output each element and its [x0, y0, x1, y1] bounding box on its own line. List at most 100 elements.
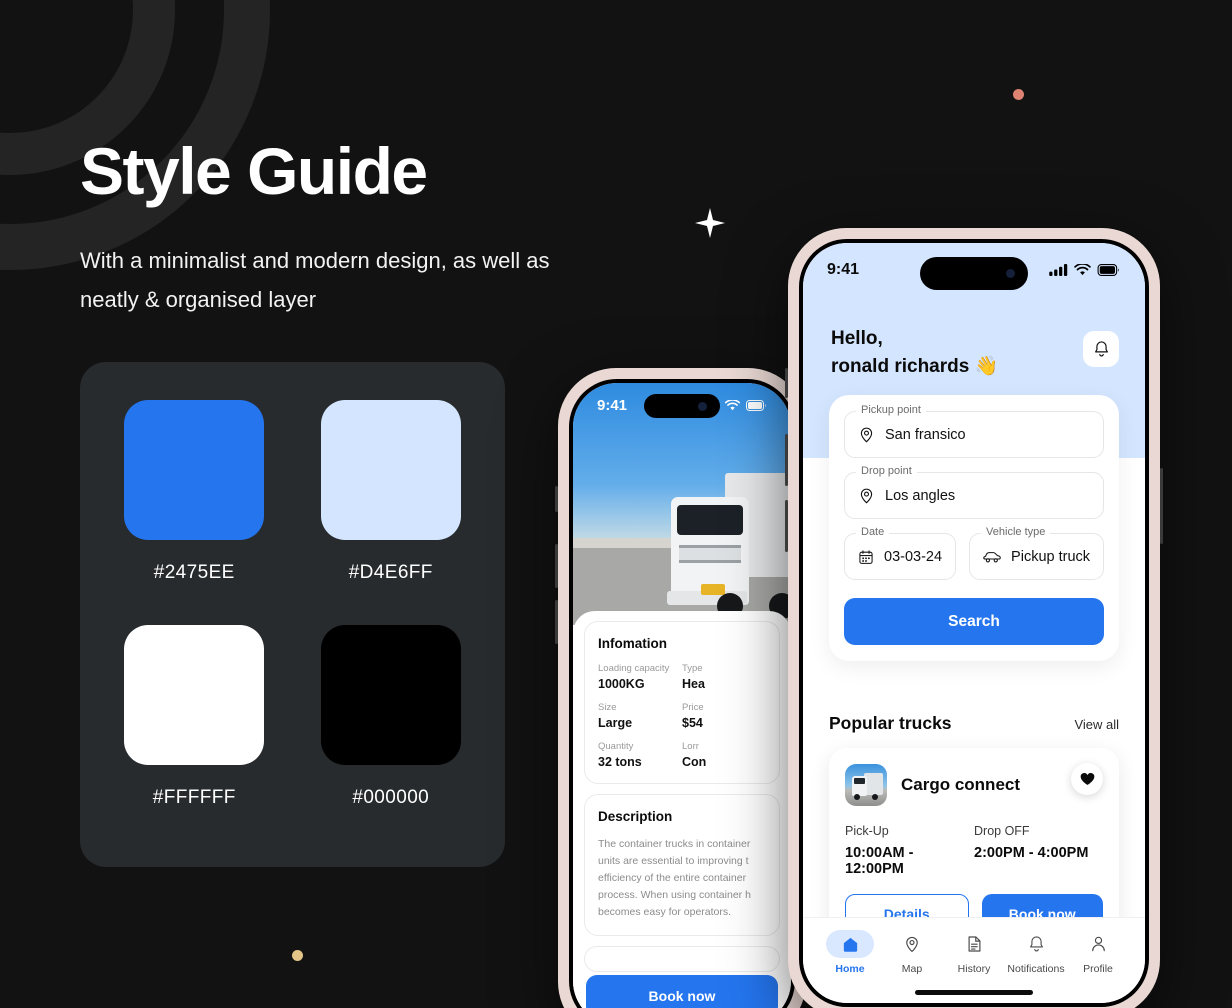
phone-bezel: 9:41 — [569, 379, 795, 1008]
drop-point-value: Los angles — [885, 487, 956, 504]
info-cell: Lorr Con — [682, 741, 766, 769]
bell-icon — [1029, 936, 1043, 952]
info-cell: Quantity 32 tons — [598, 741, 682, 769]
detail-screen: 9:41 Infomation Loading capacity 1000KG … — [573, 383, 791, 1008]
phone-power-button[interactable] — [1160, 468, 1163, 544]
pickup-point-label: Pickup point — [856, 404, 926, 416]
battery-icon — [746, 400, 766, 411]
popular-trucks-title: Popular trucks — [829, 713, 952, 733]
truck-photo-illustration — [667, 467, 791, 619]
status-icons — [1049, 264, 1121, 276]
swatch-chip — [320, 624, 461, 765]
information-grid: Loading capacity 1000KG Type Hea Size La… — [598, 663, 766, 769]
person-icon — [1091, 936, 1105, 952]
tab-label: Home — [835, 963, 865, 975]
sparkle-icon — [695, 208, 725, 238]
home-icon — [843, 937, 857, 952]
tab-map[interactable]: Map — [881, 930, 943, 975]
tab-history[interactable]: History — [943, 930, 1005, 975]
truck-name: Cargo connect — [901, 775, 1021, 794]
information-title: Infomation — [598, 636, 667, 651]
tab-profile[interactable]: Profile — [1067, 930, 1129, 975]
drop-point-field[interactable]: Drop point Los angles — [844, 465, 1104, 519]
dynamic-island — [644, 394, 720, 418]
notification-button[interactable] — [1083, 331, 1119, 367]
popular-trucks-header: Popular trucks View all — [829, 713, 1119, 734]
phone-bezel: 9:41 — [799, 239, 1149, 1007]
swatch-black: #000000 — [317, 624, 466, 830]
info-key: Loading capacity — [598, 663, 670, 674]
info-key: Price — [682, 702, 704, 713]
date-vehicle-row: Date 03-03-24 Vehicle type Pickup truck — [844, 526, 1105, 580]
dropoff-label: Drop OFF — [974, 824, 1030, 838]
location-pin-icon — [860, 488, 873, 504]
truck-card-times: Pick-Up 10:00AM - 12:00PM Drop OFF 2:00P… — [845, 824, 1103, 877]
info-cell: Price $54 — [682, 702, 766, 730]
tab-label: Notifications — [1007, 963, 1065, 975]
calendar-icon — [859, 549, 873, 564]
view-all-link[interactable]: View all — [1074, 717, 1119, 732]
swatch-primary-blue: #2475EE — [120, 400, 269, 605]
vehicle-type-label: Vehicle type — [981, 526, 1051, 538]
phone-volume-up-button[interactable] — [555, 544, 558, 588]
tab-label: History — [957, 963, 991, 975]
car-icon — [983, 551, 1001, 562]
date-field[interactable]: Date 03-03-24 — [844, 526, 957, 580]
info-key: Lorr — [682, 741, 699, 752]
info-value: Con — [682, 755, 707, 769]
phone-silent-switch[interactable] — [785, 368, 788, 398]
search-form-card: Pickup point San fransico Drop point Los… — [829, 395, 1119, 661]
swatch-label: #2475EE — [153, 562, 235, 583]
info-value: 32 tons — [598, 755, 642, 769]
swatch-chip — [124, 400, 265, 540]
book-now-button[interactable]: Book now — [586, 975, 778, 1008]
phone-volume-down-button[interactable] — [555, 600, 558, 644]
swatch-label: #FFFFFF — [152, 786, 236, 808]
heart-icon — [1080, 773, 1094, 785]
vehicle-type-field[interactable]: Vehicle type Pickup truck — [969, 526, 1105, 580]
battery-icon — [1097, 264, 1120, 276]
swatch-chip — [320, 400, 461, 540]
phone-silent-switch[interactable] — [555, 486, 558, 512]
info-key: Type — [682, 663, 703, 674]
greeting-line-1: Hello, — [831, 328, 883, 349]
info-value: 1000KG — [598, 677, 645, 691]
style-guide-page: Style Guide With a minimalist and modern… — [0, 0, 1232, 1008]
home-indicator — [915, 990, 1033, 995]
tab-home[interactable]: Home — [819, 930, 881, 975]
date-label: Date — [856, 526, 890, 538]
swatch-chip — [124, 624, 265, 765]
color-palette-panel: #2475EE #D4E6FF #FFFFFF #000000 — [80, 362, 505, 867]
phone-volume-up-button[interactable] — [785, 434, 788, 486]
detail-content-sheet: Infomation Loading capacity 1000KG Type … — [573, 611, 791, 1008]
dropoff-time: 2:00PM - 4:00PM — [974, 845, 1089, 861]
swatch-white: #FFFFFF — [120, 624, 269, 830]
info-key: Quantity — [598, 741, 634, 752]
phone-volume-down-button[interactable] — [785, 500, 788, 552]
partial-card-stub — [584, 946, 780, 972]
phone-mockup-detail: 9:41 Infomation Loading capacity 1000KG … — [555, 368, 809, 1008]
pickup-point-value: San fransico — [885, 426, 966, 443]
dynamic-island — [920, 257, 1028, 290]
dropoff-time-block: Drop OFF 2:00PM - 4:00PM — [974, 824, 1103, 877]
status-time: 9:41 — [597, 397, 628, 414]
pickup-label: Pick-Up — [845, 824, 889, 838]
greeting-line-2: ronald richards 👋 — [831, 355, 999, 377]
page-title: Style Guide — [80, 134, 428, 208]
tab-notifications[interactable]: Notifications — [1005, 930, 1067, 975]
pickup-point-field[interactable]: Pickup point San fransico — [844, 404, 1104, 458]
gold-dot — [292, 950, 303, 961]
cellular-signal-icon — [1049, 264, 1068, 276]
tab-label: Map — [901, 963, 923, 975]
truck-card-header: Cargo connect — [845, 763, 1103, 806]
info-cell: Size Large — [598, 702, 682, 730]
info-key: Size — [598, 702, 617, 713]
map-pin-icon — [906, 936, 918, 953]
favorite-button[interactable] — [1071, 763, 1103, 795]
search-button[interactable]: Search — [844, 598, 1104, 645]
swatch-label: #D4E6FF — [348, 562, 433, 583]
home-screen: 9:41 Hello, ronald richards 👋 Pickup poi… — [803, 243, 1145, 1003]
vehicle-type-value: Pickup truck — [1011, 548, 1091, 565]
wifi-icon — [725, 400, 740, 411]
date-value: 03-03-24 — [884, 548, 943, 565]
